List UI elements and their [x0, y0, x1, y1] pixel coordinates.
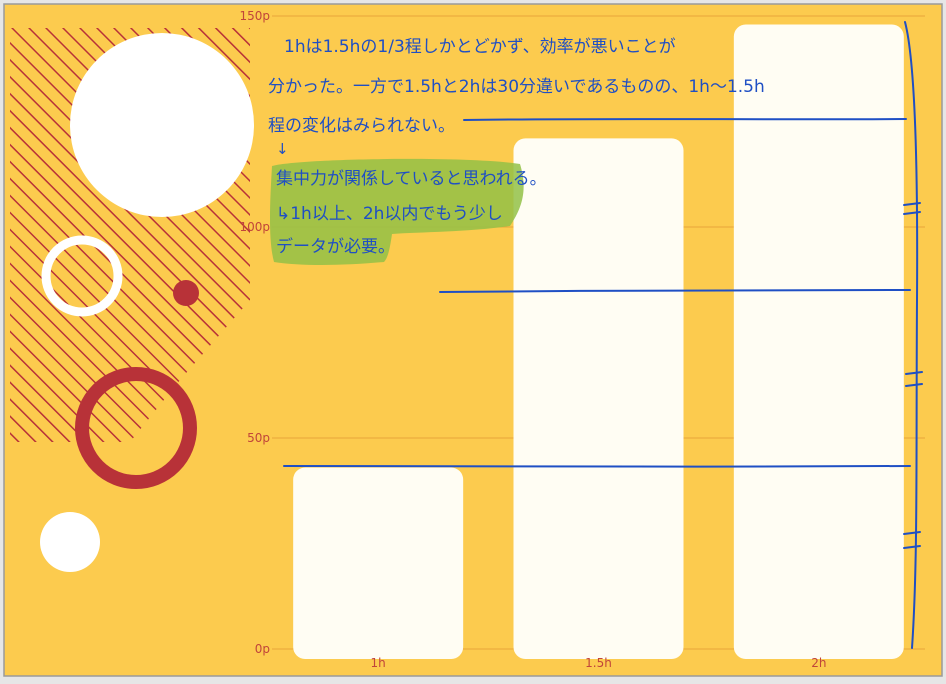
annotation-line: データが必要。 — [276, 236, 395, 257]
annotation-line: ↳1h以上、2h以内でもう少し — [276, 204, 503, 224]
hand-drawn-line-43 — [283, 465, 911, 468]
large-white-circle-decoration — [70, 33, 254, 217]
hand-drawn-line-150 — [463, 118, 907, 121]
small-white-circle-decoration — [40, 512, 100, 572]
chart-canvas: 0p 50p 100p 150p 1h 1.5h 2h 1hは1.5hの1/3程しかとどか… — [3, 3, 943, 677]
small-red-dot-decoration — [173, 280, 199, 306]
y-tick-label: 150p — [239, 9, 270, 23]
bar-1h — [293, 467, 464, 659]
bar-1.5h — [513, 138, 684, 659]
annotation-line: 1hは1.5hの1/3程しかとどかず、効率が悪いことが — [284, 37, 676, 57]
annotation-line: 集中力が関係していると思われる。 — [276, 169, 547, 189]
y-tick-label: 0p — [255, 642, 270, 656]
y-tick-label: 100p — [239, 220, 270, 234]
annotation-line: ↓ — [276, 140, 289, 158]
annotation-line: 程の変化はみられない。 — [268, 116, 455, 136]
y-tick-label: 50p — [247, 431, 270, 445]
x-tick-label: 1h — [371, 656, 386, 670]
x-tick-label: 2h — [811, 656, 826, 670]
x-tick-label: 1.5h — [585, 656, 612, 670]
annotation-line: 分かった。一方で1.5hと2hは30分違いであるものの、1h～1.5h — [268, 77, 765, 97]
